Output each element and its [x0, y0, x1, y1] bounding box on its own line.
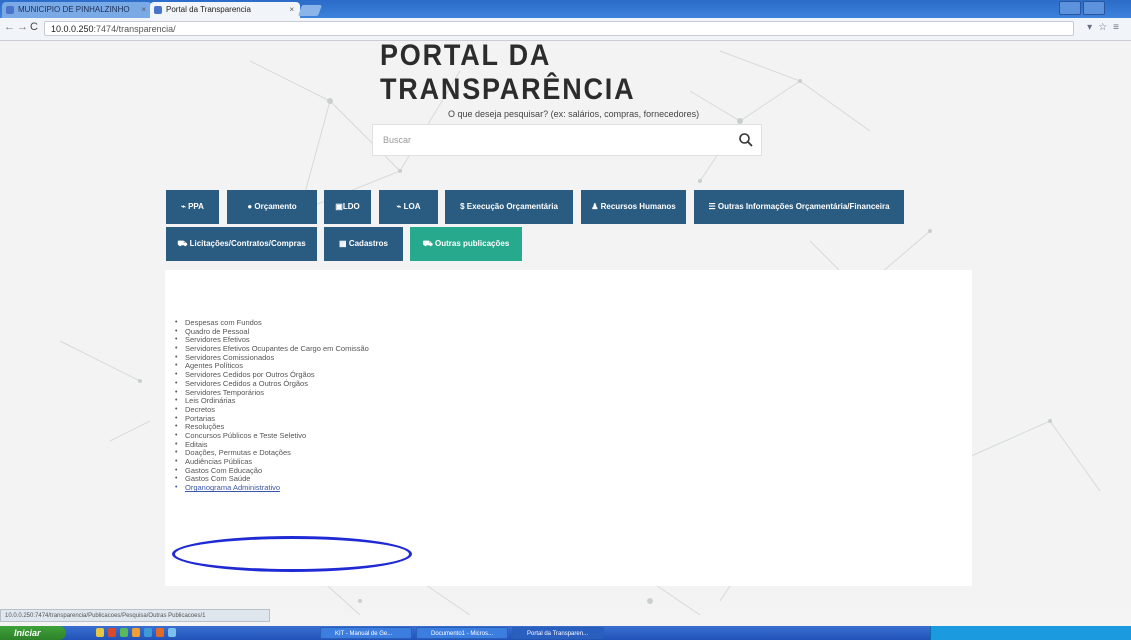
url-field[interactable]: 10.0.0.250:7474/transparencia/ — [44, 21, 1074, 36]
maximize-button[interactable] — [1083, 1, 1105, 15]
quicklaunch-icon[interactable] — [132, 628, 140, 637]
nav-ppa-button[interactable]: ⌁ PPA — [166, 190, 219, 224]
quicklaunch-icon[interactable] — [120, 628, 128, 637]
quicklaunch-icon[interactable] — [108, 628, 116, 637]
table-icon: ▦ — [339, 239, 349, 248]
url-host: 10.0.0.250 — [51, 24, 94, 34]
nav-licitacoes-button[interactable]: ⛟ Licitações/Contratos/Compras — [166, 227, 317, 261]
browser-tab-bar: MUNICIPIO DE PINHALZINHO × Portal da Tra… — [0, 0, 1131, 34]
cart-icon: ⛟ — [177, 239, 190, 248]
nav-recursos-humanos-button[interactable]: ♟ Recursos Humanos — [581, 190, 686, 224]
taskbar-item[interactable]: Portal da Transparen... — [512, 627, 604, 639]
cart-icon: ⛟ — [422, 239, 436, 248]
nav-loa-button[interactable]: ⌁ LOA — [379, 190, 438, 224]
dollar-icon: $ — [460, 202, 467, 211]
close-tab-icon[interactable]: × — [141, 2, 146, 18]
reload-icon[interactable]: C — [30, 21, 38, 33]
portal-title: PORTAL DA TRANSPARÊNCIA — [380, 41, 636, 106]
calendar-icon: ▣ — [335, 202, 343, 211]
close-tab-icon[interactable]: × — [289, 2, 294, 18]
users-icon: ♟ — [591, 202, 601, 211]
publications-list: Despesas com FundosQuadro de PessoalServ… — [175, 318, 369, 493]
search-input[interactable]: Buscar — [372, 124, 762, 156]
nav-cadastros-button[interactable]: ▦ Cadastros — [324, 227, 403, 261]
search-icon[interactable] — [737, 131, 755, 149]
back-icon[interactable]: ← — [4, 21, 15, 33]
nav-orcamento-button[interactable]: ● Orçamento — [227, 190, 317, 224]
nav-outras-publicacoes-button[interactable]: ⛟ Outras publicações — [410, 227, 522, 261]
quicklaunch-icon[interactable] — [144, 628, 152, 637]
search-prompt: O que deseja pesquisar? (ex: salários, c… — [448, 109, 700, 119]
list-icon: ☰ — [708, 202, 718, 211]
favicon-icon — [154, 6, 162, 14]
highlight-oval — [172, 536, 412, 572]
publication-link[interactable]: Organograma Administrativo — [175, 483, 369, 493]
tab-label: Portal da Transparencia — [166, 5, 251, 14]
search-placeholder: Buscar — [383, 135, 412, 145]
taskbar: Iniciar KIT - Manual de Ge... Documento1… — [0, 626, 1131, 640]
chart-icon: ⌁ — [396, 202, 404, 211]
quicklaunch-icon[interactable] — [156, 628, 164, 637]
status-bar: 10.0.0.250:7474/transparencia/Publicacoe… — [0, 609, 270, 622]
address-bar-row: ← → C 10.0.0.250:7474/transparencia/ ▾☆≡ — [0, 18, 1131, 41]
tab-label: MUNICIPIO DE PINHALZINHO — [18, 5, 130, 14]
system-tray — [930, 626, 1131, 640]
tab-municipio[interactable]: MUNICIPIO DE PINHALZINHO × — [2, 2, 152, 18]
favicon-icon — [6, 6, 14, 14]
quicklaunch-icon[interactable] — [168, 628, 176, 637]
window-controls — [1057, 1, 1127, 34]
taskbar-item[interactable]: KIT - Manual de Ge... — [320, 627, 412, 639]
tab-portal[interactable]: Portal da Transparencia × — [150, 2, 300, 18]
taskbar-item[interactable]: Documento1 - Micros... — [416, 627, 508, 639]
start-button[interactable]: Iniciar — [0, 626, 66, 640]
nav-ldo-button[interactable]: ▣LDO — [324, 190, 371, 224]
new-tab-button[interactable] — [297, 5, 323, 16]
nav-outras-informacoes-button[interactable]: ☰ Outras Informações Orçamentária/Financ… — [694, 190, 904, 224]
minimize-button[interactable] — [1059, 1, 1081, 15]
quicklaunch-icon[interactable] — [96, 628, 104, 637]
toolbar-icons[interactable]: ▾☆≡ — [1087, 22, 1125, 33]
forward-icon[interactable]: → — [17, 21, 28, 33]
nav-execucao-button[interactable]: $ Execução Orçamentária — [445, 190, 573, 224]
page-content: PORTAL DA TRANSPARÊNCIA O que deseja pes… — [0, 41, 1131, 615]
url-path: :7474/transparencia/ — [93, 24, 176, 34]
